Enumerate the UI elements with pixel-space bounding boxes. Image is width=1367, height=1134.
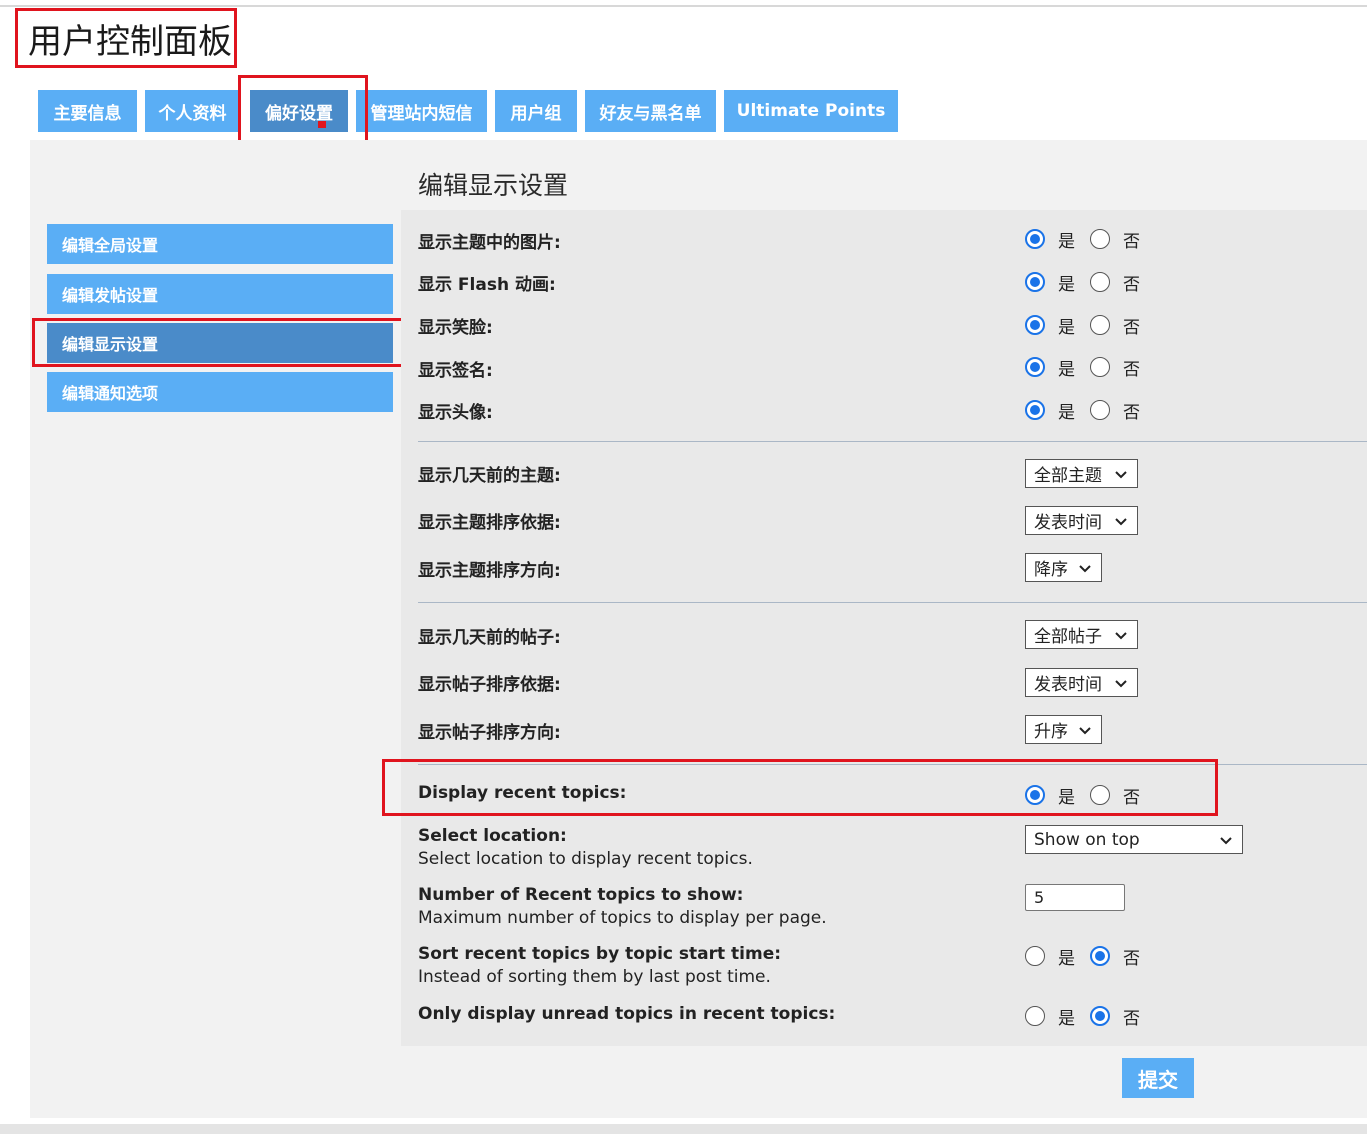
radio-avatars-no[interactable] xyxy=(1090,400,1110,420)
cursor-marker xyxy=(318,121,326,128)
radio-label-no: 否 xyxy=(1123,318,1140,338)
sidebar-item-display-settings[interactable]: 编辑显示设置 xyxy=(47,323,393,363)
select-value: 全部帖子 xyxy=(1034,627,1102,647)
radio-label-yes: 是 xyxy=(1058,360,1075,380)
select-value: 发表时间 xyxy=(1034,513,1102,533)
chevron-down-icon xyxy=(1115,680,1127,688)
tab-preferences[interactable]: 偏好设置 xyxy=(250,90,348,132)
select-post-days[interactable]: 全部帖子 xyxy=(1025,620,1138,649)
chevron-down-icon xyxy=(1115,471,1127,479)
setting-label-topic-sort-dir: 显示主题排序方向: xyxy=(418,561,561,581)
submit-button[interactable]: 提交 xyxy=(1122,1058,1194,1098)
radio-unread-no[interactable] xyxy=(1090,1006,1110,1026)
setting-label-sort-start: Sort recent topics by topic start time: xyxy=(418,944,782,964)
radio-label-yes: 是 xyxy=(1058,232,1075,252)
section-divider xyxy=(418,764,1367,765)
tab-main-info[interactable]: 主要信息 xyxy=(38,90,137,132)
tab-friends-foes[interactable]: 好友与黑名单 xyxy=(585,90,716,132)
chevron-down-icon xyxy=(1115,518,1127,526)
setting-label-post-sort-key: 显示帖子排序依据: xyxy=(418,675,561,695)
radio-sort-start-yes[interactable] xyxy=(1025,946,1045,966)
radio-label-no: 否 xyxy=(1123,788,1140,808)
setting-label-smilies: 显示笑脸: xyxy=(418,318,493,338)
sidebar-item-notification-options[interactable]: 编辑通知选项 xyxy=(47,372,393,412)
setting-label-number: Number of Recent topics to show: xyxy=(418,885,744,905)
chevron-down-icon xyxy=(1220,837,1232,845)
select-value: 升序 xyxy=(1034,722,1068,742)
radio-label-no: 否 xyxy=(1123,275,1140,295)
radio-label-yes: 是 xyxy=(1058,403,1075,423)
setting-label-unread-only: Only display unread topics in recent top… xyxy=(418,1004,836,1024)
setting-label-topic-sort-key: 显示主题排序依据: xyxy=(418,513,561,533)
radio-smilies-no[interactable] xyxy=(1090,315,1110,335)
setting-label-signatures: 显示签名: xyxy=(418,361,493,381)
setting-desc-sort-start: Instead of sorting them by last post tim… xyxy=(418,967,771,987)
setting-desc-number: Maximum number of topics to display per … xyxy=(418,908,827,928)
radio-label-no: 否 xyxy=(1123,949,1140,969)
select-value: 发表时间 xyxy=(1034,675,1102,695)
radio-recent-no[interactable] xyxy=(1090,785,1110,805)
setting-label-images: 显示主题中的图片: xyxy=(418,233,561,253)
setting-label-post-days: 显示几天前的帖子: xyxy=(418,628,561,648)
radio-smilies-yes[interactable] xyxy=(1025,315,1045,335)
section-divider xyxy=(418,441,1367,442)
setting-label-avatars: 显示头像: xyxy=(418,403,493,423)
setting-label-flash: 显示 Flash 动画: xyxy=(418,275,556,295)
setting-label-topic-days: 显示几天前的主题: xyxy=(418,466,561,486)
setting-label-display-recent: Display recent topics: xyxy=(418,783,627,803)
radio-label-no: 否 xyxy=(1123,360,1140,380)
tab-ultimate-points[interactable]: Ultimate Points xyxy=(724,90,898,132)
radio-label-yes: 是 xyxy=(1058,788,1075,808)
radio-sort-start-no[interactable] xyxy=(1090,946,1110,966)
radio-flash-yes[interactable] xyxy=(1025,272,1045,292)
radio-avatars-yes[interactable] xyxy=(1025,400,1045,420)
radio-label-no: 否 xyxy=(1123,403,1140,423)
tab-usergroups[interactable]: 用户组 xyxy=(495,90,577,132)
radio-recent-yes[interactable] xyxy=(1025,785,1045,805)
setting-label-location: Select location: xyxy=(418,826,567,846)
select-location[interactable]: Show on top xyxy=(1025,825,1243,854)
radio-label-yes: 是 xyxy=(1058,318,1075,338)
top-divider xyxy=(0,5,1367,7)
chevron-down-icon xyxy=(1115,632,1127,640)
bottom-divider xyxy=(0,1124,1367,1134)
select-topic-sort-key[interactable]: 发表时间 xyxy=(1025,506,1138,535)
tab-profile[interactable]: 个人资料 xyxy=(145,90,240,132)
radio-images-no[interactable] xyxy=(1090,229,1110,249)
section-divider xyxy=(418,602,1367,603)
radio-label-no: 否 xyxy=(1123,1009,1140,1029)
chevron-down-icon xyxy=(1079,727,1091,735)
radio-signatures-yes[interactable] xyxy=(1025,357,1045,377)
radio-label-yes: 是 xyxy=(1058,1009,1075,1029)
select-post-sort-dir[interactable]: 升序 xyxy=(1025,715,1102,744)
sidebar-item-global-settings[interactable]: 编辑全局设置 xyxy=(47,224,393,264)
select-topic-days[interactable]: 全部主题 xyxy=(1025,459,1138,488)
setting-label-post-sort-dir: 显示帖子排序方向: xyxy=(418,723,561,743)
radio-unread-yes[interactable] xyxy=(1025,1006,1045,1026)
radio-flash-no[interactable] xyxy=(1090,272,1110,292)
select-value: 全部主题 xyxy=(1034,466,1102,486)
setting-desc-location: Select location to display recent topics… xyxy=(418,849,753,869)
page-title: 用户控制面板 xyxy=(28,22,232,62)
select-value: Show on top xyxy=(1034,829,1140,850)
radio-label-no: 否 xyxy=(1123,232,1140,252)
radio-label-yes: 是 xyxy=(1058,275,1075,295)
select-value: 降序 xyxy=(1034,560,1068,580)
chevron-down-icon xyxy=(1079,565,1091,573)
sidebar-item-post-settings[interactable]: 编辑发帖设置 xyxy=(47,274,393,314)
radio-signatures-no[interactable] xyxy=(1090,357,1110,377)
number-input[interactable]: 5 xyxy=(1025,884,1125,911)
section-title: 编辑显示设置 xyxy=(418,171,569,200)
tab-private-messages[interactable]: 管理站内短信 xyxy=(356,90,487,132)
select-post-sort-key[interactable]: 发表时间 xyxy=(1025,668,1138,697)
radio-label-yes: 是 xyxy=(1058,949,1075,969)
radio-images-yes[interactable] xyxy=(1025,229,1045,249)
select-topic-sort-dir[interactable]: 降序 xyxy=(1025,553,1102,582)
